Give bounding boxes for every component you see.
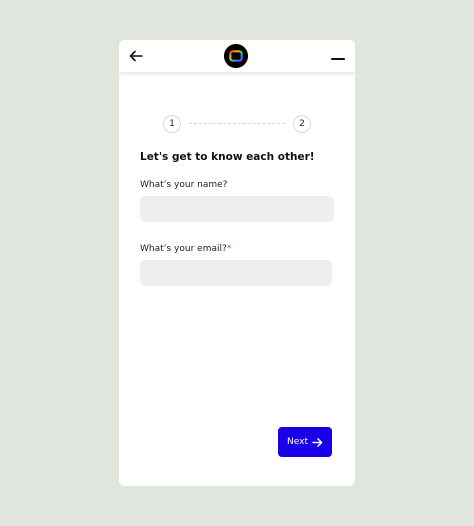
required-marker: *: [226, 244, 232, 254]
name-field[interactable]: [140, 196, 334, 222]
arrow-left-icon[interactable]: [129, 49, 143, 63]
next-button[interactable]: Next: [278, 427, 332, 457]
email-field[interactable]: [140, 260, 332, 286]
name-label: What’s your name?: [140, 180, 227, 190]
form-heading: Let's get to know each other!: [140, 151, 315, 163]
menu-icon[interactable]: [331, 58, 345, 60]
name-label-text: What’s your name?: [140, 180, 228, 190]
signup-card: 1 2 Let's get to know each other! What’s…: [119, 40, 355, 486]
step-2: 2: [293, 115, 311, 133]
top-bar: [119, 40, 355, 72]
progress-stepper: 1 2: [163, 115, 311, 133]
email-label: What’s your email?*: [140, 244, 231, 254]
step-connector: [189, 123, 285, 124]
app-logo: [224, 44, 248, 68]
arrow-right-icon: [312, 437, 323, 447]
step-1: 1: [163, 115, 181, 133]
next-button-label: Next: [287, 437, 308, 447]
email-label-text: What’s your email?: [140, 244, 227, 254]
